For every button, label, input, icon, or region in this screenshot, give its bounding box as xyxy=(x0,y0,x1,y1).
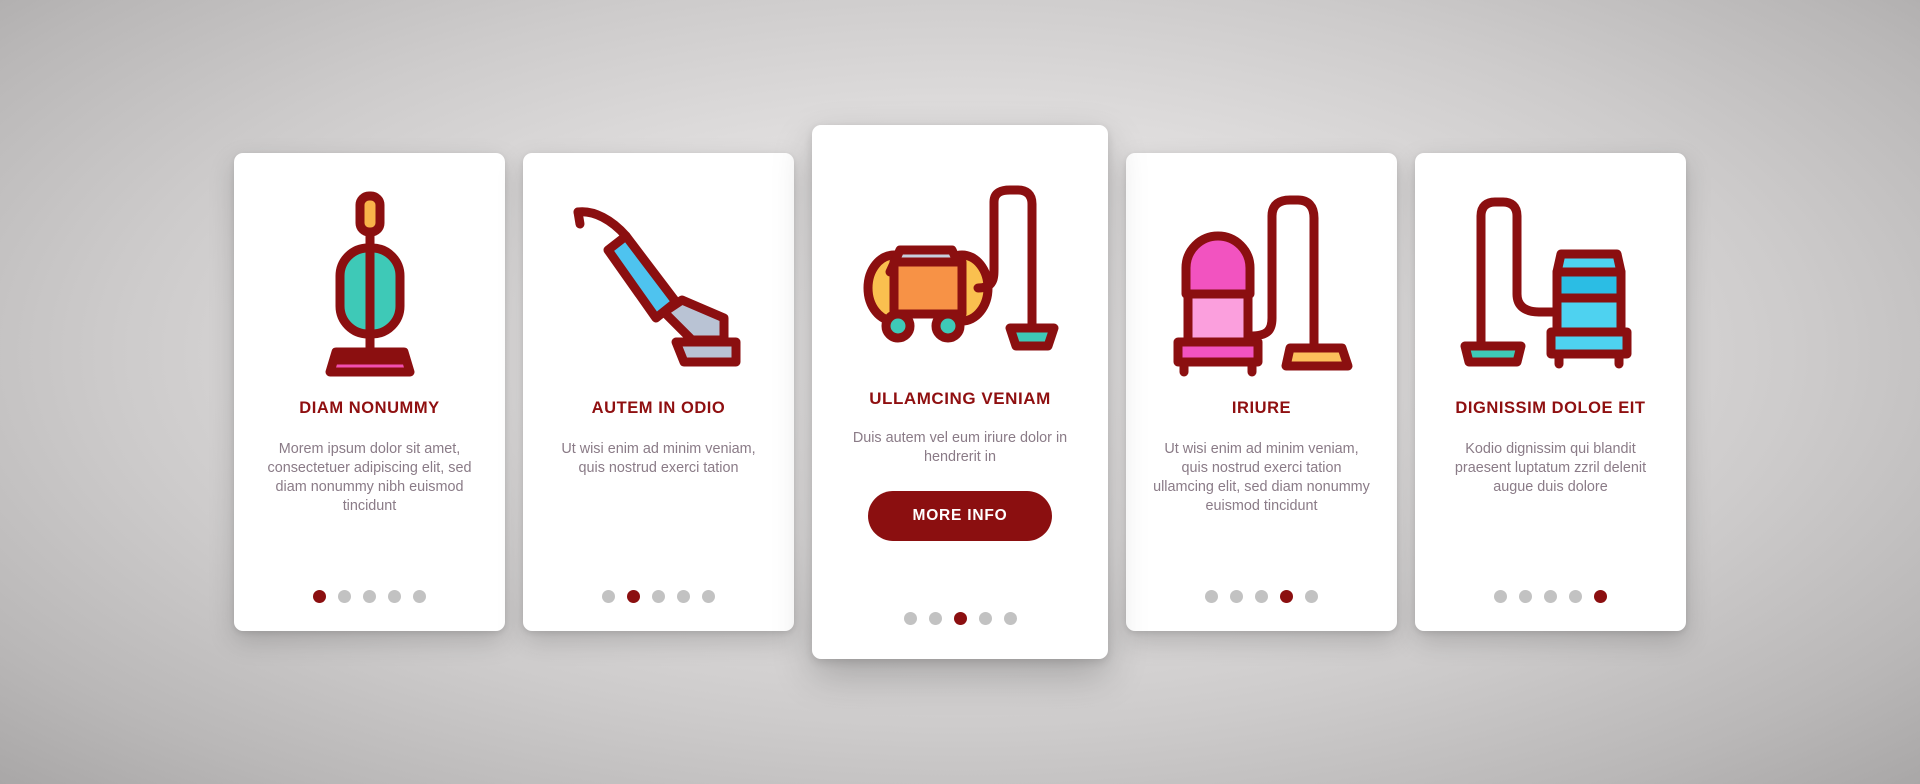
card-description: Duis autem vel eum iriure dolor in hendr… xyxy=(852,429,1068,465)
pagination-dot-1[interactable] xyxy=(1205,590,1218,603)
pagination-dot-5[interactable] xyxy=(1003,612,1017,625)
pagination-dot-4[interactable] xyxy=(978,612,992,625)
card-description: Ut wisi enim ad minim veniam, quis nostr… xyxy=(561,440,756,477)
pagination-dots[interactable] xyxy=(812,612,1108,625)
canister-vacuum-cleaner-icon xyxy=(812,161,1108,383)
pagination-dot-3[interactable] xyxy=(363,590,376,603)
card-description: Morem ipsum dolor sit amet, consectetuer… xyxy=(267,440,472,515)
pagination-dot-1[interactable] xyxy=(1494,590,1507,603)
tank-vacuum-cleaner-icon xyxy=(1415,185,1686,385)
onboarding-card-4[interactable]: IRIURE Ut wisi enim ad minim veniam, qui… xyxy=(1126,153,1397,631)
card-title: ULLAMCING VENIAM xyxy=(869,389,1051,408)
pagination-dot-3[interactable] xyxy=(1544,590,1557,603)
onboarding-card-1[interactable]: DIAM NONUMMY Morem ipsum dolor sit amet,… xyxy=(234,153,505,631)
pagination-dot-2[interactable] xyxy=(928,612,942,625)
onboarding-card-carousel: DIAM NONUMMY Morem ipsum dolor sit amet,… xyxy=(0,0,1920,784)
card-description: Ut wisi enim ad minim veniam, quis nostr… xyxy=(1153,440,1370,515)
card-title: IRIURE xyxy=(1231,399,1292,417)
more-info-button[interactable]: MORE INFO xyxy=(868,490,1052,541)
pagination-dot-5[interactable] xyxy=(413,590,426,603)
pagination-dot-2[interactable] xyxy=(1519,590,1532,603)
pagination-dot-3[interactable] xyxy=(953,612,967,625)
card-title: DIAM NONUMMY xyxy=(299,399,440,417)
pagination-dot-5[interactable] xyxy=(1594,590,1607,603)
pagination-dots[interactable] xyxy=(234,590,505,603)
card-description: Kodio dignissim qui blandit praesent lup… xyxy=(1454,440,1647,496)
pagination-dot-2[interactable] xyxy=(1230,590,1243,603)
onboarding-card-5[interactable]: DIGNISSIM DOLOE EIT Kodio dignissim qui … xyxy=(1415,153,1686,631)
pagination-dot-3[interactable] xyxy=(1255,590,1268,603)
card-title: AUTEM IN ODIO xyxy=(591,399,726,417)
onboarding-card-3-featured[interactable]: ULLAMCING VENIAM Duis autem vel eum iriu… xyxy=(812,125,1108,659)
carpet-sweeper-vacuum-icon xyxy=(523,185,794,385)
pagination-dot-2[interactable] xyxy=(338,590,351,603)
pagination-dots[interactable] xyxy=(523,590,794,603)
card-title: DIGNISSIM DOLOE EIT xyxy=(1455,399,1646,417)
pagination-dots[interactable] xyxy=(1126,590,1397,603)
drum-vacuum-cleaner-icon xyxy=(1126,185,1397,385)
pagination-dot-3[interactable] xyxy=(652,590,665,603)
pagination-dot-1[interactable] xyxy=(602,590,615,603)
pagination-dot-2[interactable] xyxy=(627,590,640,603)
upright-vacuum-cleaner-icon xyxy=(234,185,505,385)
pagination-dot-1[interactable] xyxy=(903,612,917,625)
pagination-dot-1[interactable] xyxy=(313,590,326,603)
pagination-dot-5[interactable] xyxy=(702,590,715,603)
pagination-dot-4[interactable] xyxy=(1569,590,1582,603)
pagination-dot-5[interactable] xyxy=(1305,590,1318,603)
pagination-dot-4[interactable] xyxy=(1280,590,1293,603)
pagination-dot-4[interactable] xyxy=(388,590,401,603)
pagination-dot-4[interactable] xyxy=(677,590,690,603)
onboarding-card-2[interactable]: AUTEM IN ODIO Ut wisi enim ad minim veni… xyxy=(523,153,794,631)
pagination-dots[interactable] xyxy=(1415,590,1686,603)
